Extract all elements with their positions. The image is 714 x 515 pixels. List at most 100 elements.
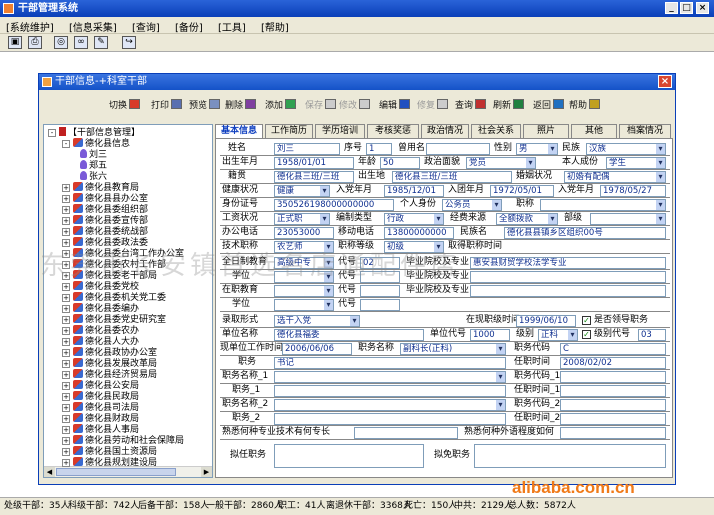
- tree-group-21[interactable]: + 德化县财政局: [62, 413, 139, 424]
- onjob-select[interactable]: [274, 285, 334, 297]
- tree-group-6[interactable]: + 德化县委台湾工作办公室: [62, 248, 184, 259]
- action-6-button[interactable]: 修改: [339, 98, 371, 111]
- code3-field[interactable]: [360, 285, 400, 297]
- action-0-button[interactable]: 切换: [109, 98, 141, 111]
- identity-select[interactable]: 学生: [606, 157, 666, 169]
- tab-3[interactable]: 考核奖惩: [367, 124, 419, 138]
- tree-group-20[interactable]: + 德化县司法局: [62, 402, 139, 413]
- save-icon[interactable]: ▣: [8, 36, 22, 49]
- tree-group-15[interactable]: + 德化县政协办公室: [62, 347, 157, 358]
- scroll-left-icon[interactable]: ◀: [44, 467, 55, 477]
- tree-group-25[interactable]: + 德化县规划建设局: [62, 457, 157, 468]
- onjob-degree-select[interactable]: [274, 299, 334, 311]
- political-select[interactable]: 党员: [466, 157, 536, 169]
- tree-group-17[interactable]: + 德化县经济贸易局: [62, 369, 157, 380]
- tab-5[interactable]: 社会关系: [471, 124, 521, 138]
- duty2-field[interactable]: [274, 385, 506, 397]
- action-7-button[interactable]: 编辑: [379, 98, 411, 111]
- code-field[interactable]: 02: [360, 257, 400, 269]
- tree-group-4[interactable]: + 德化县委统战部: [62, 226, 148, 237]
- expand-icon[interactable]: +: [62, 261, 70, 269]
- tree-group-12[interactable]: + 德化县委党史研究室: [62, 314, 166, 325]
- tree-group-22[interactable]: + 德化县人事局: [62, 424, 139, 435]
- action-1-button[interactable]: 打印: [151, 98, 183, 111]
- print-icon[interactable]: ⎙: [28, 36, 42, 49]
- expand-icon[interactable]: +: [62, 184, 70, 192]
- duty-date-field[interactable]: 2008/02/02: [560, 357, 666, 369]
- tree-person-2[interactable]: 张六: [80, 171, 107, 182]
- expand-icon[interactable]: +: [62, 448, 70, 456]
- expand-icon[interactable]: +: [62, 349, 70, 357]
- post2-code-field[interactable]: [560, 371, 666, 383]
- age-field[interactable]: 50: [380, 157, 420, 169]
- appoint-method-select[interactable]: 选干入党: [274, 315, 360, 327]
- dialog-close-button[interactable]: ×: [658, 75, 672, 88]
- dept-select[interactable]: [590, 213, 666, 225]
- exit-icon[interactable]: ↪: [122, 36, 136, 49]
- action-11-button[interactable]: 返回: [533, 98, 565, 111]
- name-field[interactable]: 刘三: [274, 143, 340, 155]
- binoculars-icon[interactable]: ∞: [74, 36, 88, 49]
- tree-group-18[interactable]: + 德化县公安局: [62, 380, 139, 391]
- alias-field[interactable]: [426, 143, 490, 155]
- tree-group-5[interactable]: + 德化县委政法委: [62, 237, 148, 248]
- post-name-select[interactable]: 副科长(正科): [400, 343, 506, 355]
- post3-code-field[interactable]: [560, 399, 666, 411]
- native-field[interactable]: 德化县三班/三班: [274, 171, 354, 183]
- degree-select[interactable]: [274, 271, 334, 283]
- birth-field[interactable]: 1958/01/01: [274, 157, 354, 169]
- expand-icon[interactable]: +: [62, 382, 70, 390]
- expand-icon[interactable]: +: [62, 316, 70, 324]
- scroll-thumb[interactable]: [56, 468, 176, 476]
- duty2-date-field[interactable]: [560, 385, 666, 397]
- expand-icon[interactable]: +: [62, 294, 70, 302]
- tree-group-7[interactable]: + 德化县委农村工作部: [62, 259, 166, 270]
- worktype-select[interactable]: 正式职: [274, 213, 330, 225]
- join-date-field[interactable]: 1978/05/27: [600, 185, 666, 197]
- code4-field[interactable]: [360, 299, 400, 311]
- tree-group-9[interactable]: + 德化县委党校: [62, 281, 139, 292]
- expand-icon[interactable]: +: [62, 327, 70, 335]
- tab-8[interactable]: 档案情况: [619, 124, 671, 138]
- current-date-field[interactable]: 2006/06/06: [282, 343, 352, 355]
- expand-icon[interactable]: +: [62, 459, 70, 467]
- view-icon[interactable]: ◎: [54, 36, 68, 49]
- post2-select[interactable]: [274, 371, 506, 383]
- remove-field[interactable]: [474, 444, 666, 468]
- tree-group-10[interactable]: + 德化县委机关党工委: [62, 292, 166, 303]
- mobile-field[interactable]: 13800000000: [384, 227, 454, 239]
- treatment-select[interactable]: 全额拨款: [496, 213, 558, 225]
- action-5-button[interactable]: 保存: [305, 98, 337, 111]
- expand-icon[interactable]: +: [62, 217, 70, 225]
- fulltime-select[interactable]: 高级中专: [274, 257, 334, 269]
- gender-select[interactable]: 男: [516, 143, 558, 155]
- ethnic-select[interactable]: 汉族: [586, 143, 666, 155]
- health-select[interactable]: 健康: [274, 185, 330, 197]
- tree-group-11[interactable]: + 德化县委编办: [62, 303, 139, 314]
- collapse-icon[interactable]: -: [48, 129, 56, 137]
- school3-field[interactable]: [470, 285, 666, 297]
- config-icon[interactable]: ✎: [94, 36, 108, 49]
- tree-group-0[interactable]: + 德化县教育局: [62, 182, 139, 193]
- action-2-button[interactable]: 预览: [189, 98, 221, 111]
- tree-person-1[interactable]: 郑五: [80, 160, 107, 171]
- tree-group-24[interactable]: + 德化县国土资源局: [62, 446, 157, 457]
- post-code-field[interactable]: C: [560, 343, 666, 355]
- tab-7[interactable]: 其他: [571, 124, 617, 138]
- office-phone-field[interactable]: 23053000: [274, 227, 334, 239]
- expand-icon[interactable]: +: [62, 272, 70, 280]
- school2-field[interactable]: [470, 271, 666, 283]
- tab-4[interactable]: 政治情况: [421, 124, 469, 138]
- expand-icon[interactable]: +: [62, 239, 70, 247]
- expand-icon[interactable]: +: [62, 404, 70, 412]
- action-12-button[interactable]: 帮助: [569, 98, 601, 111]
- expand-icon[interactable]: +: [62, 393, 70, 401]
- school-field[interactable]: 惠安县财贸学校法学专业: [470, 257, 666, 269]
- action-10-button[interactable]: 刷新: [493, 98, 525, 111]
- unit-code-field[interactable]: 1000: [470, 329, 510, 341]
- expand-icon[interactable]: +: [62, 415, 70, 423]
- expand-icon[interactable]: +: [62, 371, 70, 379]
- action-9-button[interactable]: 查询: [455, 98, 487, 111]
- collapse-icon[interactable]: -: [62, 140, 70, 148]
- leader-checkbox[interactable]: ✓: [582, 316, 591, 325]
